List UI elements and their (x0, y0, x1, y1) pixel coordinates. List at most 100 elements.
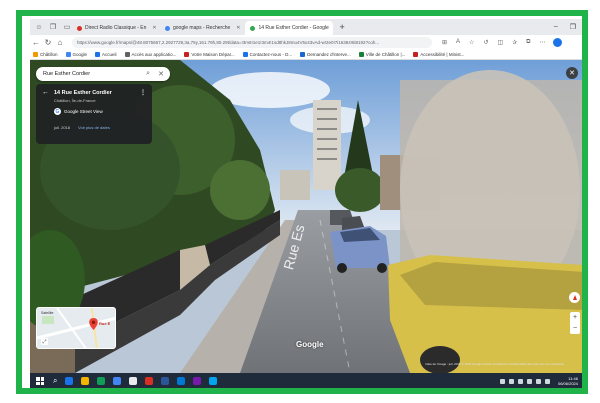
bookmark-icon (413, 52, 419, 57)
capture-date: juil. 2018 (54, 125, 71, 130)
avatar[interactable] (553, 38, 563, 47)
tab-label: Direct Radio Classique - En (85, 25, 147, 31)
street-view-source: G Google Street View (54, 108, 103, 115)
bookmark-item[interactable]: Demandez d'interve... (300, 52, 351, 57)
collections-icon[interactable]: ⧉ (526, 39, 530, 46)
close-icon[interactable]: ✕ (236, 25, 240, 31)
battery-icon[interactable] (544, 378, 550, 384)
profile-icon[interactable]: ☺ (34, 22, 44, 32)
location-info-card: ← 14 Rue Esther Cordier ⋮ Châtillon, Île… (36, 84, 152, 144)
favorites-icon[interactable]: ✰ (512, 39, 517, 46)
search-input[interactable]: Rue Esther Cordier ⌕ ✕ (36, 67, 170, 81)
tab-radio-classique[interactable]: Direct Radio Classique - En ✕ (72, 21, 160, 35)
bookmark-item[interactable]: Google (65, 52, 87, 57)
url-text: https://www.google.fr/maps/@48.8075667,2… (77, 40, 380, 45)
new-tab-button[interactable]: + (339, 22, 344, 32)
compass-icon[interactable] (569, 292, 580, 303)
search-icon[interactable]: ⌕ (53, 376, 57, 386)
bookmark-item[interactable]: Accessibilité | Minist... (413, 52, 464, 57)
zoom-in-icon[interactable]: + (573, 314, 577, 321)
bookmark-icon (95, 52, 101, 57)
browser-address-bar: ← ↻ ⌂ https://www.google.fr/maps/@48.807… (30, 35, 582, 50)
apps-icon[interactable]: ⊞ (442, 39, 447, 46)
tray-icon[interactable] (499, 378, 505, 384)
maximize-icon[interactable]: ❐ (570, 23, 576, 31)
more-options-icon[interactable]: ⋮ (140, 89, 146, 96)
location-pin-icon (89, 318, 98, 330)
taskbar-app-icon[interactable] (209, 377, 218, 385)
system-tray: 11:46 06/06/2024 (499, 376, 582, 386)
volume-icon[interactable] (535, 378, 541, 384)
taskbar-app-icon[interactable] (193, 377, 202, 385)
building (280, 170, 310, 200)
taskbar-app-icon[interactable] (129, 377, 138, 385)
bookmark-item[interactable]: Ville de Châtillon |... (358, 52, 405, 57)
refresh-page-icon[interactable]: ↺ (483, 39, 488, 46)
bookmark-item[interactable]: Contactez-nous - D... (242, 52, 292, 57)
tab-label: google maps - Recherche (173, 25, 231, 31)
bookmarks-bar: Châtillon Google Accueil Accès aux appli… (30, 50, 582, 60)
search-icon[interactable]: ⌕ (146, 70, 150, 78)
back-arrow-icon[interactable]: ← (42, 89, 49, 96)
tray-icon[interactable] (517, 378, 523, 384)
bookmark-icon (242, 52, 248, 57)
close-street-view-button[interactable]: ✕ (566, 67, 578, 79)
zoom-out-icon[interactable]: − (573, 325, 577, 332)
windows-start-icon[interactable] (36, 377, 44, 385)
taskbar-app-icon[interactable] (145, 377, 154, 385)
capture-date-row: juil. 2018 Voir plus de dates (54, 125, 146, 130)
map-credits: Date de l'image : juil. 2018 © 2024 Goog… (425, 362, 564, 366)
tab-label: 14 Rue Esther Cordier - Google (258, 25, 329, 31)
split-screen-icon[interactable]: ◫ (497, 39, 503, 46)
workspaces-icon[interactable]: ❐ (48, 22, 58, 32)
minimap[interactable]: Satellite Rue E ⤢ (36, 307, 116, 349)
browser-toolbar: ⊞ A ☆ ↺ ◫ ✰ ⧉ ⋯ (442, 39, 545, 46)
close-icon[interactable]: ✕ (158, 70, 164, 78)
taskbar-app-icon[interactable] (113, 377, 122, 385)
refresh-icon[interactable]: ↻ (42, 38, 54, 47)
read-aloud-icon[interactable]: A (456, 39, 460, 46)
bookmark-item[interactable]: Châtillon (33, 52, 58, 57)
taskbar-app-icon[interactable] (81, 377, 90, 385)
more-icon[interactable]: ⋯ (539, 39, 545, 46)
minimap-label: Satellite (41, 311, 54, 315)
bookmark-icon (300, 52, 306, 57)
bookmark-icon (33, 52, 38, 57)
tab-google-maps[interactable]: 14 Rue Esther Cordier - Google ✕ (245, 21, 334, 35)
bookmark-item[interactable]: Votre Maison Dépar... (184, 52, 235, 57)
bookmark-icon (358, 52, 364, 57)
tray-icon[interactable] (508, 378, 514, 384)
search-input-value: Rue Esther Cordier (43, 71, 91, 77)
browser-tab-bar: ☺ ❐ ▭ Direct Radio Classique - En ✕ goog… (30, 19, 582, 35)
url-input[interactable]: https://www.google.fr/maps/@48.8075667,2… (72, 37, 432, 48)
more-dates-link[interactable]: Voir plus de dates (78, 125, 110, 130)
windows-taskbar: ⌕ 11:46 06/06/2024 (30, 373, 582, 388)
window-controls: – ❐ (554, 23, 582, 31)
taskbar-app-icon[interactable] (161, 377, 170, 385)
wifi-icon[interactable] (526, 378, 532, 384)
location-title: 14 Rue Esther Cordier (54, 89, 112, 96)
bookmark-icon (184, 52, 190, 57)
home-icon[interactable]: ⌂ (54, 38, 66, 47)
taskbar-app-icon[interactable] (65, 377, 74, 385)
tab-favicon-icon (165, 25, 170, 31)
screenshot-frame: ☺ ❐ ▭ Direct Radio Classique - En ✕ goog… (16, 10, 588, 394)
minimap-place-label: Rue E (99, 321, 111, 326)
bookmark-item[interactable]: Accès aux applicatio... (124, 52, 176, 57)
taskbar-apps: ⌕ (53, 376, 218, 386)
tab-google-search[interactable]: google maps - Recherche ✕ (160, 21, 245, 35)
minimize-icon[interactable]: – (554, 23, 558, 31)
system-clock[interactable]: 11:46 06/06/2024 (558, 376, 578, 386)
taskbar-app-icon[interactable] (177, 377, 186, 385)
maps-pin-icon (250, 25, 256, 31)
close-icon[interactable]: ✕ (152, 25, 156, 31)
back-icon[interactable]: ← (30, 38, 42, 47)
desktop-screen: ☺ ❐ ▭ Direct Radio Classique - En ✕ goog… (30, 19, 582, 388)
street-view-panorama[interactable]: Rue Es Rue Esther Cordier ⌕ ✕ ← 14 Rue E… (30, 60, 582, 373)
zoom-controls: + − (570, 312, 580, 334)
tab-actions-icon[interactable]: ▭ (62, 22, 72, 32)
expand-map-icon[interactable]: ⤢ (41, 338, 48, 345)
taskbar-app-icon[interactable] (97, 377, 106, 385)
bookmark-item[interactable]: Accueil (95, 52, 117, 57)
favorite-star-icon[interactable]: ☆ (469, 39, 474, 46)
